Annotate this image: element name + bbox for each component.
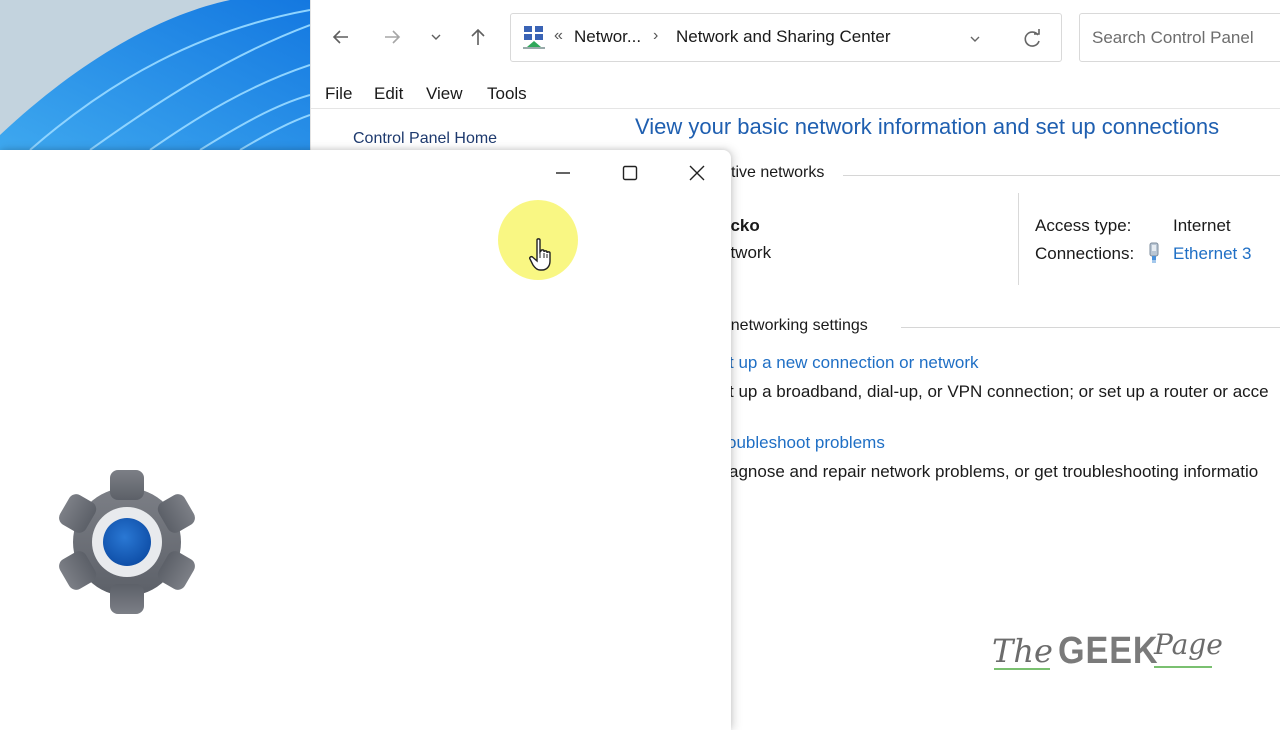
settings-window	[0, 150, 731, 730]
the-geek-page-watermark: The GEEK Page	[988, 626, 1228, 676]
minimize-icon	[556, 172, 570, 174]
ethernet-icon	[1149, 242, 1159, 263]
close-icon	[689, 165, 705, 181]
watermark-page: Page	[1154, 628, 1223, 661]
breadcrumb-separator[interactable]: ›	[653, 27, 658, 45]
address-bar[interactable]: « Networ... › Network and Sharing Center	[510, 13, 1062, 62]
active-networks-label: tive networks	[731, 164, 825, 181]
access-type-label: Access type:	[1035, 216, 1132, 235]
forward-button[interactable]	[377, 22, 407, 52]
refresh-button[interactable]	[1021, 24, 1043, 56]
watermark-geek: GEEK	[1058, 630, 1159, 672]
close-button[interactable]	[674, 158, 720, 188]
network-center-icon	[523, 26, 545, 49]
address-dropdown-button[interactable]	[968, 26, 982, 51]
control-panel-home-link[interactable]: Control Panel Home	[353, 130, 497, 148]
search-input[interactable]: Search Control Panel	[1079, 13, 1280, 62]
breadcrumb-network[interactable]: Networ...	[574, 27, 641, 47]
desktop-wallpaper	[0, 0, 310, 150]
menu-bar: File Edit View Tools	[311, 82, 1280, 109]
chevron-down-icon	[970, 36, 980, 42]
menu-view[interactable]: View	[426, 84, 463, 104]
watermark-underline	[1154, 666, 1212, 668]
breadcrumb-network-sharing-center[interactable]: Network and Sharing Center	[676, 27, 891, 47]
troubleshoot-description: agnose and repair network problems, or g…	[729, 462, 1259, 481]
arrow-left-icon	[332, 30, 348, 44]
search-placeholder: Search Control Panel	[1092, 28, 1254, 47]
recent-locations-button[interactable]	[421, 22, 451, 52]
menu-tools[interactable]: Tools	[487, 84, 527, 104]
change-settings-label: r networking settings	[721, 317, 868, 334]
settings-gear-icon	[59, 470, 195, 614]
watermark-underline	[994, 668, 1050, 670]
watermark-the: The	[992, 632, 1053, 670]
troubleshoot-link[interactable]: oubleshoot problems	[727, 433, 885, 453]
arrow-right-icon	[385, 30, 401, 44]
menu-edit[interactable]: Edit	[374, 84, 403, 104]
new-connection-link[interactable]: t up a new connection or network	[729, 353, 978, 373]
arrow-up-icon	[471, 28, 485, 45]
section-divider	[901, 327, 1280, 328]
ethernet-connection-link[interactable]: Ethernet 3	[1173, 244, 1251, 264]
chevron-down-icon	[431, 34, 441, 40]
maximize-icon	[622, 165, 638, 181]
minimize-button[interactable]	[540, 158, 586, 188]
menu-file[interactable]: File	[325, 84, 352, 104]
section-divider	[843, 175, 1280, 176]
maximize-button[interactable]	[607, 158, 653, 188]
hand-cursor-icon	[529, 238, 551, 271]
up-button[interactable]	[463, 22, 493, 52]
connections-label: Connections:	[1035, 244, 1135, 263]
access-type-value: Internet	[1173, 216, 1231, 235]
refresh-icon	[1024, 29, 1040, 47]
back-button[interactable]	[326, 22, 356, 52]
page-heading: View your basic network information and …	[635, 114, 1220, 139]
vertical-divider	[1018, 193, 1019, 285]
new-connection-description: t up a broadband, dial-up, or VPN connec…	[729, 382, 1269, 401]
breadcrumb-overflow[interactable]: «	[554, 27, 563, 45]
